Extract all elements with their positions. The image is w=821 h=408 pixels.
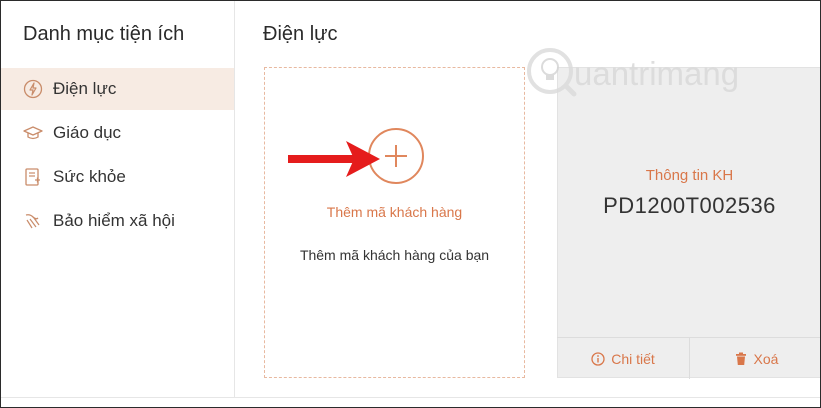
sidebar-item-label: Điện lực — [53, 79, 117, 98]
customer-code: PD1200T002536 — [603, 193, 776, 218]
sidebar-item-education[interactable]: Giáo dục — [1, 112, 234, 154]
health-document-icon — [23, 167, 43, 187]
detail-button[interactable]: Chi tiết — [557, 338, 689, 379]
sidebar-item-health[interactable]: Sức khỏe — [1, 156, 234, 198]
app-window: Danh mục tiện ích Điện lực Giáo dục Sức … — [0, 0, 821, 408]
add-customer-title[interactable]: Thêm mã khách hàng — [264, 204, 525, 220]
customer-card-footer: Chi tiết Xoá — [557, 337, 820, 379]
page-title: Điện lực — [263, 23, 338, 45]
sidebar-item-label: Giáo dục — [53, 123, 122, 142]
customer-card — [557, 67, 820, 378]
delete-button[interactable]: Xoá — [689, 338, 820, 379]
sidebar-item-label: Sức khỏe — [53, 167, 126, 186]
sidebar-item-electricity[interactable]: Điện lực — [1, 68, 234, 110]
add-customer-card[interactable] — [264, 67, 525, 378]
customer-info-label: Thông tin KH — [645, 167, 734, 184]
sidebar: Danh mục tiện ích Điện lực Giáo dục Sức … — [1, 1, 235, 397]
sidebar-title: Danh mục tiện ích — [23, 23, 185, 45]
detail-label: Chi tiết — [611, 350, 655, 367]
sidebar-item-label: Bảo hiểm xã hội — [53, 211, 175, 230]
social-insurance-icon — [23, 211, 43, 231]
red-arrow-icon — [288, 141, 380, 177]
info-icon — [591, 351, 605, 366]
quantrimang-watermark: uantrimang — [527, 48, 739, 97]
trash-icon — [734, 352, 748, 366]
watermark-text: uantrimang — [574, 55, 739, 92]
delete-label: Xoá — [753, 350, 779, 367]
sidebar-item-social-insurance[interactable]: Bảo hiểm xã hội — [1, 200, 234, 242]
electricity-icon — [23, 79, 43, 99]
divider — [1, 397, 820, 398]
graduation-cap-icon — [23, 123, 43, 143]
lightbulb-logo-icon — [527, 48, 577, 97]
add-customer-description: Thêm mã khách hàng của bạn — [299, 247, 490, 263]
